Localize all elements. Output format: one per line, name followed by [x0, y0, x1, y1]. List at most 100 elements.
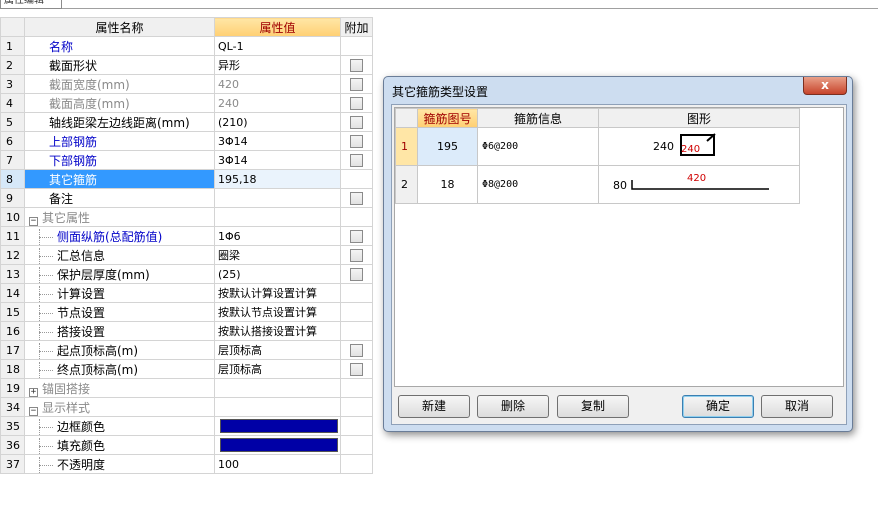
extra-checkbox[interactable]: [350, 191, 363, 205]
extra-checkbox[interactable]: [350, 248, 363, 262]
extra-checkbox[interactable]: [350, 115, 363, 129]
stirrup-row[interactable]: 1 195 Φ6@200 240 240: [395, 127, 800, 166]
property-group[interactable]: − 显示样式: [24, 397, 215, 417]
property-value[interactable]: 按默认计算设置计算: [214, 283, 341, 303]
border-color-swatch[interactable]: [220, 419, 338, 433]
stirrup-row[interactable]: 2 18 Φ8@200 80 420: [395, 165, 800, 204]
property-name[interactable]: 截面高度(mm): [24, 93, 215, 113]
extra-checkbox[interactable]: [350, 134, 363, 148]
table-row[interactable]: 18 终点顶标高(m) 层顶标高: [0, 359, 373, 379]
extra-checkbox[interactable]: [350, 343, 363, 357]
table-row[interactable]: 6 上部钢筋 3Φ14: [0, 131, 373, 151]
table-row[interactable]: 13 保护层厚度(mm) (25): [0, 264, 373, 284]
expand-icon[interactable]: +: [29, 387, 38, 397]
property-value[interactable]: 100: [214, 454, 341, 474]
property-name[interactable]: 轴线距梁左边线距离(mm): [24, 112, 215, 132]
table-row[interactable]: 15 节点设置 按默认节点设置计算: [0, 302, 373, 322]
property-value[interactable]: 420: [214, 74, 341, 94]
property-value[interactable]: 按默认节点设置计算: [214, 302, 341, 322]
table-row[interactable]: 5 轴线距梁左边线距离(mm) (210): [0, 112, 373, 132]
fill-color-swatch[interactable]: [220, 438, 338, 452]
extra-checkbox[interactable]: [350, 229, 363, 243]
property-name[interactable]: 汇总信息: [24, 245, 215, 265]
property-value[interactable]: (25): [214, 264, 341, 284]
extra-checkbox[interactable]: [350, 362, 363, 376]
property-value[interactable]: (210): [214, 112, 341, 132]
property-group[interactable]: + 锚固搭接: [24, 378, 215, 398]
table-row[interactable]: 2 截面形状 异形: [0, 55, 373, 75]
delete-button[interactable]: 删除: [477, 395, 549, 418]
table-row[interactable]: 9 备注: [0, 188, 373, 208]
table-row[interactable]: 37 不透明度 100: [0, 454, 373, 474]
property-value[interactable]: 240: [214, 93, 341, 113]
property-name[interactable]: 终点顶标高(m): [24, 359, 215, 379]
ok-button[interactable]: 确定: [682, 395, 754, 418]
property-name[interactable]: 截面形状: [24, 55, 215, 75]
property-value[interactable]: 1Φ6: [214, 226, 341, 246]
table-row-selected[interactable]: 8 其它箍筋 195,18: [0, 169, 373, 189]
property-name[interactable]: 下部钢筋: [24, 150, 215, 170]
property-name[interactable]: 边框颜色: [24, 416, 215, 436]
table-row[interactable]: 1 名称 QL-1: [0, 36, 373, 56]
table-row[interactable]: 3 截面宽度(mm) 420: [0, 74, 373, 94]
table-row[interactable]: 16 搭接设置 按默认搭接设置计算: [0, 321, 373, 341]
stirrup-code[interactable]: 195: [417, 127, 478, 166]
extra-checkbox[interactable]: [350, 58, 363, 72]
property-name[interactable]: 计算设置: [24, 283, 215, 303]
table-row[interactable]: 17 起点顶标高(m) 层顶标高: [0, 340, 373, 360]
property-value[interactable]: 195,18: [214, 169, 341, 189]
extra-checkbox[interactable]: [350, 267, 363, 281]
property-name[interactable]: 上部钢筋: [24, 131, 215, 151]
table-row[interactable]: 19 + 锚固搭接: [0, 378, 373, 398]
table-row[interactable]: 10 − 其它属性: [0, 207, 373, 227]
table-row[interactable]: 34 − 显示样式: [0, 397, 373, 417]
table-row[interactable]: 4 截面高度(mm) 240: [0, 93, 373, 113]
stirrup-shape-cell[interactable]: 80 420: [598, 165, 800, 204]
cancel-button[interactable]: 取消: [761, 395, 833, 418]
close-button[interactable]: x: [803, 77, 847, 95]
table-row[interactable]: 7 下部钢筋 3Φ14: [0, 150, 373, 170]
property-value[interactable]: 按默认搭接设置计算: [214, 321, 341, 341]
collapse-icon[interactable]: −: [29, 216, 38, 226]
extra-checkbox[interactable]: [350, 153, 363, 167]
property-name[interactable]: 其它箍筋: [24, 169, 215, 189]
collapse-icon[interactable]: −: [29, 406, 38, 416]
table-row[interactable]: 35 边框颜色: [0, 416, 373, 436]
property-value[interactable]: 层顶标高: [214, 359, 341, 379]
extra-checkbox[interactable]: [350, 77, 363, 91]
property-group[interactable]: − 其它属性: [24, 207, 215, 227]
property-value[interactable]: 异形: [214, 55, 341, 75]
property-name[interactable]: 不透明度: [24, 454, 215, 474]
table-row[interactable]: 12 汇总信息 圈梁: [0, 245, 373, 265]
stirrup-table-header: 箍筋图号 箍筋信息 图形: [395, 108, 800, 128]
table-row[interactable]: 14 计算设置 按默认计算设置计算: [0, 283, 373, 303]
stirrup-shape-cell[interactable]: 240 240: [598, 127, 800, 166]
stirrup-info[interactable]: Φ8@200: [477, 165, 599, 204]
table-row[interactable]: 36 填充颜色: [0, 435, 373, 455]
tab-property-edit[interactable]: 属性编辑: [0, 0, 62, 9]
property-name[interactable]: 名称: [24, 36, 215, 56]
stirrup-info[interactable]: Φ6@200: [477, 127, 599, 166]
stirrup-code[interactable]: 18: [417, 165, 478, 204]
property-name[interactable]: 填充颜色: [24, 435, 215, 455]
copy-button[interactable]: 复制: [557, 395, 629, 418]
new-button[interactable]: 新建: [398, 395, 470, 418]
property-name[interactable]: 备注: [24, 188, 215, 208]
property-name[interactable]: 保护层厚度(mm): [24, 264, 215, 284]
property-value[interactable]: 3Φ14: [214, 131, 341, 151]
property-name[interactable]: 截面宽度(mm): [24, 74, 215, 94]
property-value[interactable]: [214, 188, 341, 208]
property-value[interactable]: [214, 416, 341, 436]
property-value[interactable]: 层顶标高: [214, 340, 341, 360]
property-name[interactable]: 搭接设置: [24, 321, 215, 341]
property-value[interactable]: [214, 435, 341, 455]
extra-checkbox[interactable]: [350, 96, 363, 110]
table-row[interactable]: 11 侧面纵筋(总配筋值) 1Φ6: [0, 226, 373, 246]
property-value[interactable]: 3Φ14: [214, 150, 341, 170]
extra-cell: [340, 188, 373, 208]
property-name[interactable]: 侧面纵筋(总配筋值): [24, 226, 215, 246]
property-value[interactable]: 圈梁: [214, 245, 341, 265]
property-name[interactable]: 节点设置: [24, 302, 215, 322]
property-name[interactable]: 起点顶标高(m): [24, 340, 215, 360]
property-value[interactable]: QL-1: [214, 36, 341, 56]
